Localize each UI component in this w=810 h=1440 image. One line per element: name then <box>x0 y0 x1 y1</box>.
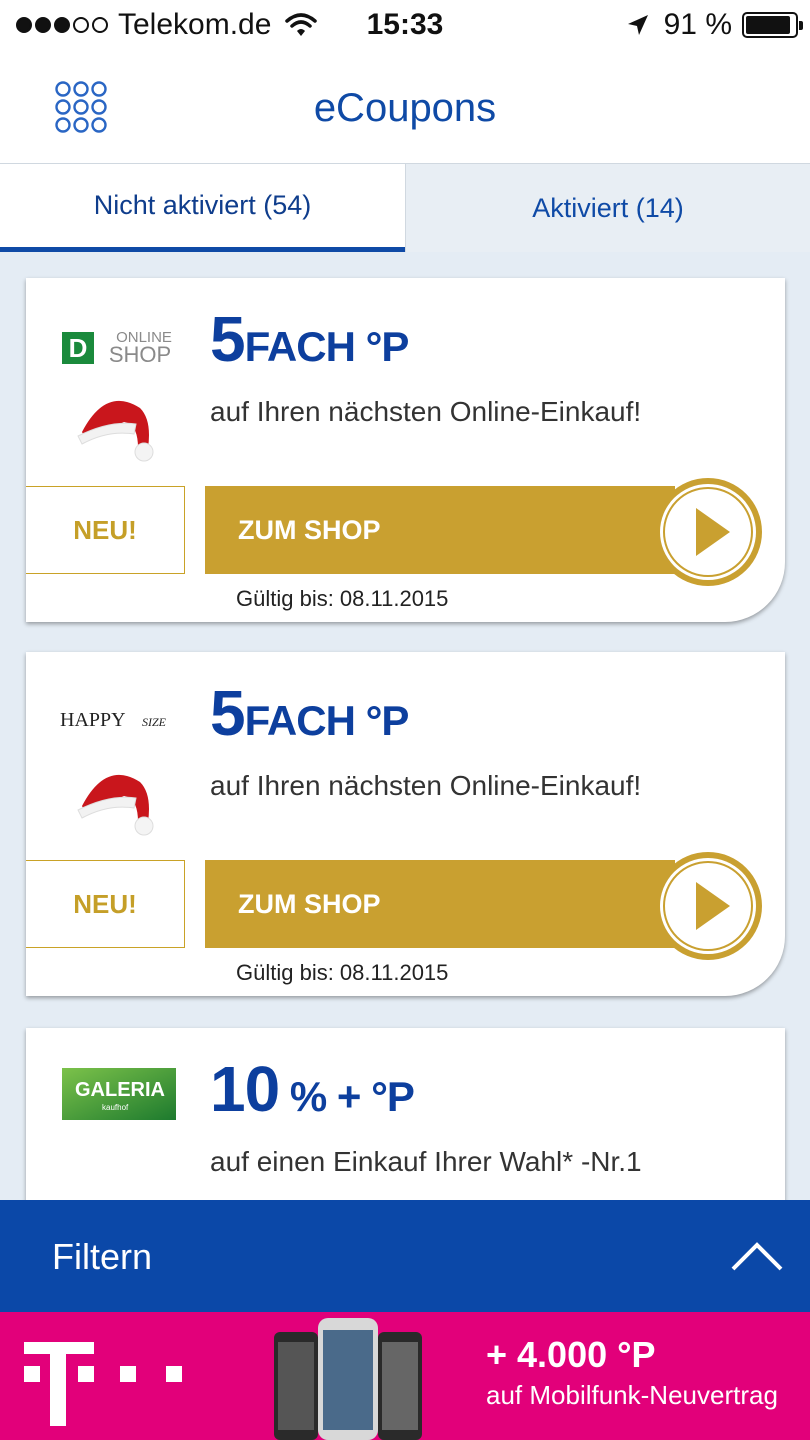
coupon-description: auf Ihren nächsten Online-Einkauf! <box>210 770 642 801</box>
coupon-headline: 10 % + °P <box>210 1052 415 1126</box>
play-icon[interactable] <box>650 474 766 590</box>
headline-number: 5 <box>210 303 246 375</box>
santa-hat-icon <box>77 774 154 836</box>
telekom-logo <box>24 1342 182 1426</box>
navigation-bar: eCoupons <box>0 56 810 164</box>
galeria-logo: GALERIA kaufhof <box>62 1068 176 1120</box>
ad-headline: + 4.000 °P <box>486 1334 656 1375</box>
tab-activated[interactable]: Aktiviert (14) <box>405 164 810 252</box>
status-bar: Telekom.de 15:33 91 % <box>0 0 810 56</box>
coupon-card[interactable]: GALERIA kaufhof 10 % + °P auf einen Eink… <box>26 1028 785 1200</box>
svg-text:GALERIA: GALERIA <box>75 1079 165 1101</box>
ad-banner[interactable]: + 4.000 °P auf Mobilfunk-Neuvertrag <box>0 1312 810 1440</box>
battery-fill <box>746 16 790 34</box>
svg-text:SIZE: SIZE <box>142 715 167 729</box>
tab-not-activated[interactable]: Nicht aktiviert (54) <box>0 164 405 252</box>
smartphones-image <box>274 1318 422 1440</box>
headline-rest: FACH °P <box>244 323 410 370</box>
coupon-description: auf einen Einkauf Ihrer Wahl* -Nr.1 <box>210 1146 642 1177</box>
status-right: 91 % <box>626 8 803 42</box>
new-badge: NEU! <box>26 860 185 948</box>
coupon-list[interactable]: D ONLINE SHOP 5FACH °P auf Ihren nächste… <box>0 252 810 1200</box>
filter-label: Filtern <box>52 1236 153 1277</box>
valid-until: Gültig bis: 08.11.2015 <box>236 960 449 985</box>
new-badge: NEU! <box>26 486 185 574</box>
chevron-up-icon[interactable] <box>730 1240 784 1272</box>
headline-rest: % + °P <box>279 1073 415 1120</box>
tab-bar: Nicht aktiviert (54) Aktiviert (14) <box>0 164 810 252</box>
coupon-description: auf Ihren nächsten Online-Einkauf! <box>210 396 642 427</box>
santa-hat-icon <box>77 400 154 462</box>
happy-size-logo: HAPPY SIZE <box>60 709 167 731</box>
svg-text:SHOP: SHOP <box>109 342 171 367</box>
play-icon[interactable] <box>650 848 766 964</box>
battery-percent: 91 % <box>663 8 732 41</box>
coupon-card[interactable]: D ONLINE SHOP 5FACH °P auf Ihren nächste… <box>26 278 785 622</box>
battery-icon <box>742 12 803 38</box>
online-shop-logo: D ONLINE SHOP <box>62 329 172 367</box>
to-shop-button[interactable]: ZUM SHOP <box>205 860 675 948</box>
to-shop-button[interactable]: ZUM SHOP <box>205 486 675 574</box>
svg-text:HAPPY: HAPPY <box>60 709 126 731</box>
coupon-headline: 5FACH °P <box>210 302 410 376</box>
headline-number: 5 <box>210 677 246 749</box>
coupon-card[interactable]: HAPPY SIZE 5FACH °P auf Ihren nächsten O… <box>26 652 785 996</box>
page-title: eCoupons <box>313 86 497 130</box>
svg-text:kaufhof: kaufhof <box>102 1103 129 1112</box>
valid-until: Gültig bis: 08.11.2015 <box>236 586 449 611</box>
headline-number: 10 <box>210 1053 280 1125</box>
headline-rest: FACH °P <box>244 697 410 744</box>
coupon-headline: 5FACH °P <box>210 676 410 750</box>
svg-text:D: D <box>69 333 88 363</box>
ad-subline: auf Mobilfunk-Neuvertrag <box>486 1380 778 1410</box>
location-arrow-icon <box>627 15 648 35</box>
filter-bar[interactable]: Filtern <box>0 1200 810 1312</box>
